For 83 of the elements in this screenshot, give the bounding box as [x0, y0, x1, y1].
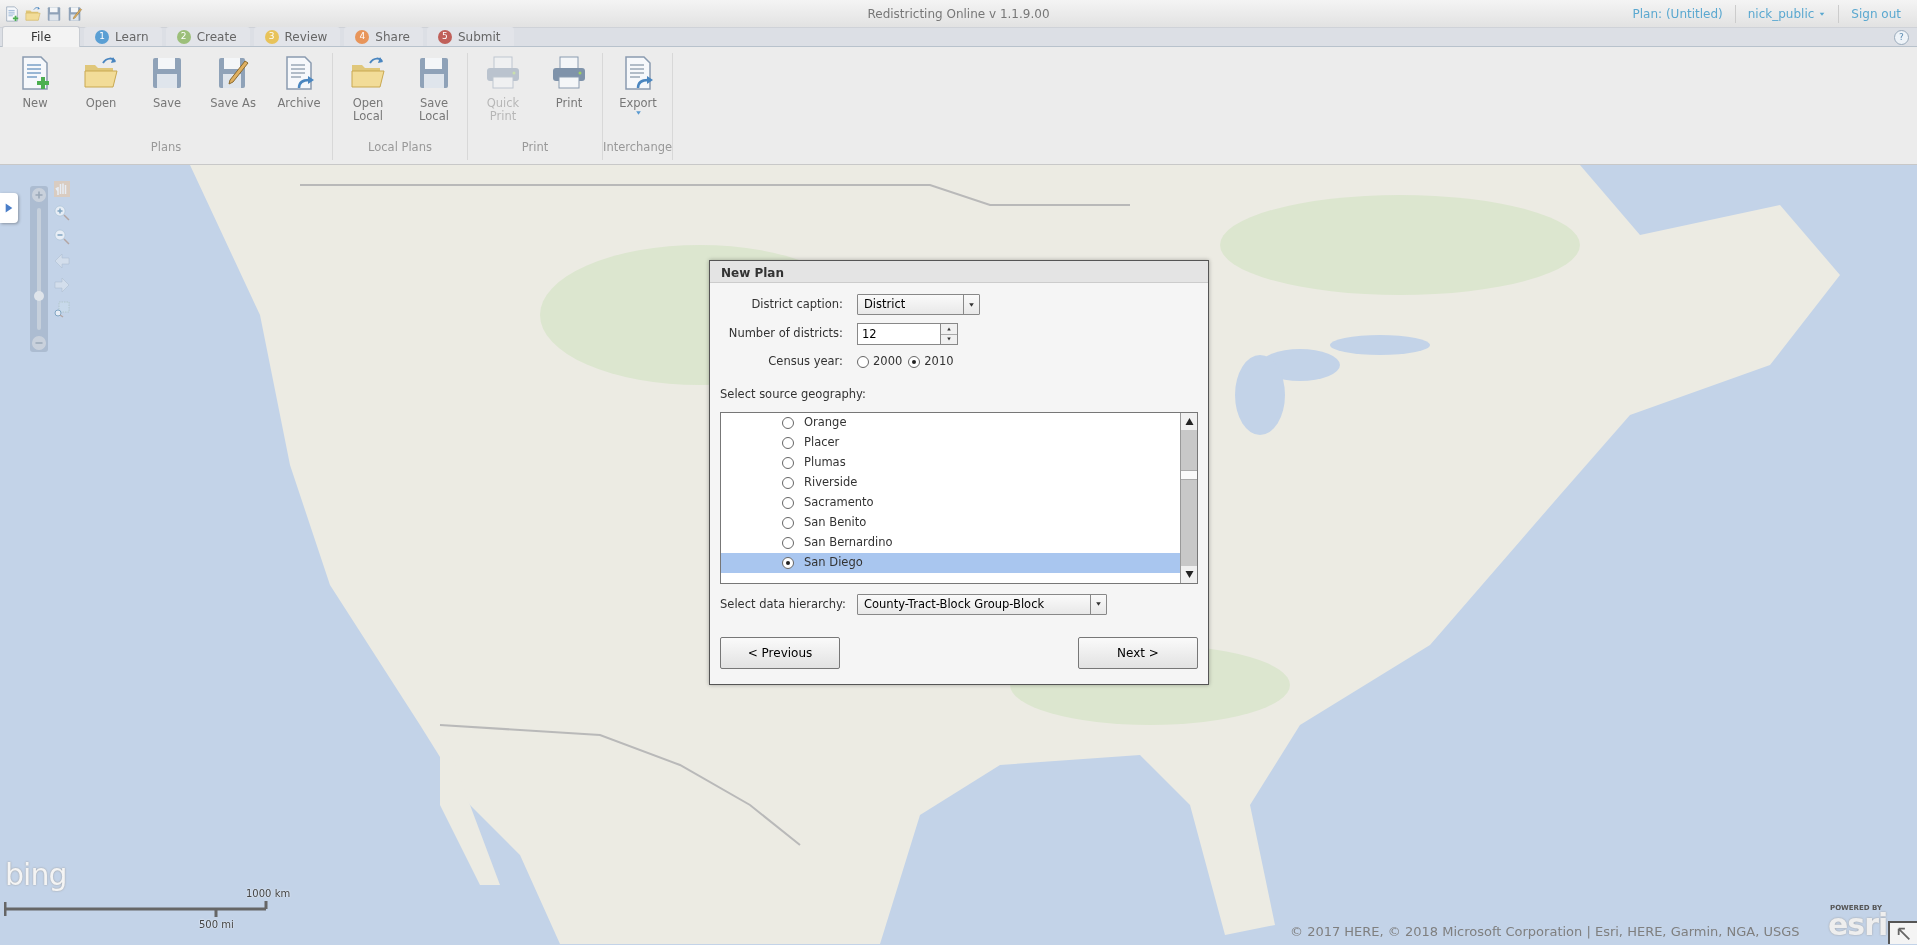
caret-icon	[633, 110, 643, 116]
ribbon-button[interactable]: Save As	[200, 53, 266, 139]
ribbon-button[interactable]: Archive	[266, 53, 332, 139]
floppy-pencil-icon[interactable]	[67, 5, 83, 22]
dialog-title: New Plan	[710, 261, 1208, 283]
arrow-left-icon[interactable]	[53, 252, 71, 270]
zoom-box-icon[interactable]	[53, 300, 71, 318]
scrollbar[interactable]	[1180, 412, 1197, 583]
scale-label: 1000 km	[246, 887, 291, 901]
folder-icon	[350, 55, 386, 91]
field-label: Census year:	[767, 353, 843, 370]
window-title: Redistricting Online v 1.1.9.00	[867, 6, 1050, 21]
tab-label[interactable]: Share	[375, 28, 410, 46]
ribbon-button[interactable]: Open Local	[335, 53, 401, 139]
ribbon-tab[interactable]: 2 Create	[165, 27, 250, 46]
slider-thumb[interactable]	[34, 290, 44, 301]
ribbon-tab[interactable]: 3 Review	[253, 27, 341, 46]
step-number-badge: 4	[355, 30, 370, 44]
ribbon-button[interactable]: New	[2, 53, 68, 139]
list-item[interactable]: San Diego	[721, 552, 1180, 573]
year-radio-option[interactable]: 2000	[857, 353, 903, 371]
list-item[interactable]: Placer	[721, 432, 1180, 453]
arrow-right-icon[interactable]	[53, 276, 71, 294]
ribbon-button[interactable]: Export	[605, 53, 671, 139]
dialog-button[interactable]: < Previous	[720, 636, 840, 669]
scroll-up-icon[interactable]	[1184, 416, 1194, 426]
list-item[interactable]: Sacramento	[721, 492, 1180, 513]
ribbon-tab[interactable]: 5 Submit	[427, 27, 514, 46]
help-button[interactable]: ?	[1894, 30, 1909, 45]
caret-icon	[967, 301, 976, 308]
list-item[interactable]: San Bernardino	[721, 532, 1180, 553]
list-item[interactable]: Orange	[721, 412, 1180, 433]
group-label: Interchange	[603, 138, 673, 156]
scale-label: 500 mi	[199, 918, 234, 932]
ribbon-button[interactable]: Open	[68, 53, 134, 139]
zoom-in-icon[interactable]	[53, 204, 71, 222]
number-field[interactable]: 12	[857, 323, 941, 345]
folder-icon[interactable]	[25, 5, 41, 22]
field-label: Number of districts:	[727, 325, 843, 343]
group-label: Print	[520, 138, 550, 156]
overview-toggle-button[interactable]	[1888, 921, 1917, 944]
ribbon-button[interactable]: Save Local	[401, 53, 467, 139]
expand-panel-button[interactable]	[0, 193, 18, 223]
step-number-badge: 5	[438, 30, 452, 44]
tab-label[interactable]: Review	[284, 28, 328, 46]
dialog-button[interactable]: Next >	[1078, 636, 1198, 669]
hierarchy-dropdown[interactable]: County-Tract-Block Group-Block	[857, 593, 1107, 615]
tab-label[interactable]: Learn	[115, 28, 149, 46]
ribbon-button[interactable]: Save	[134, 53, 200, 139]
spin-down-icon[interactable]	[946, 337, 952, 342]
field-label: District caption:	[750, 295, 843, 313]
ribbon-tab[interactable]: File	[2, 26, 81, 47]
printer-icon	[485, 55, 521, 91]
list-item[interactable]: Riverside	[721, 472, 1180, 493]
caret-icon	[1818, 10, 1827, 17]
group-label: Plans	[149, 138, 183, 156]
pan-hand-icon[interactable]	[53, 180, 71, 198]
tab-label[interactable]: Submit	[458, 28, 501, 46]
list-item[interactable]: San Benito	[721, 512, 1180, 533]
list-item[interactable]: Plumas	[721, 452, 1180, 473]
spin-up-icon[interactable]	[946, 326, 952, 331]
scroll-thumb[interactable]	[1181, 469, 1197, 480]
caption-dropdown[interactable]: District	[857, 294, 980, 315]
ribbon-tab[interactable]: 4 Share	[344, 27, 423, 46]
map-attribution: © 2017 HERE, © 2018 Microsoft Corporation | Esri, HERE, Garmin, NGA, USGS	[1290, 923, 1800, 941]
group-label: Local Plans	[367, 138, 433, 156]
zoom-slider[interactable]	[30, 186, 48, 352]
tab-label[interactable]: Create	[196, 28, 237, 46]
zoom-out-icon[interactable]	[53, 228, 71, 246]
arrow-icon	[1895, 925, 1912, 942]
document-plus-icon[interactable]	[4, 5, 20, 22]
field-label: Select data hierarchy:	[720, 595, 847, 613]
ribbon-tab[interactable]: 1 Learn	[84, 27, 162, 46]
folder-icon	[83, 55, 119, 91]
step-number-badge: 3	[264, 30, 279, 44]
step-number-badge: 1	[95, 30, 110, 44]
section-label: Select source geography:	[720, 386, 866, 404]
year-radio-option[interactable]: 2010	[908, 353, 954, 371]
caret-icon	[1094, 601, 1103, 608]
scroll-down-icon[interactable]	[1184, 569, 1194, 579]
printer-icon	[551, 55, 587, 91]
step-number-badge: 2	[176, 30, 191, 44]
ribbon-button[interactable]: Print	[536, 53, 602, 139]
